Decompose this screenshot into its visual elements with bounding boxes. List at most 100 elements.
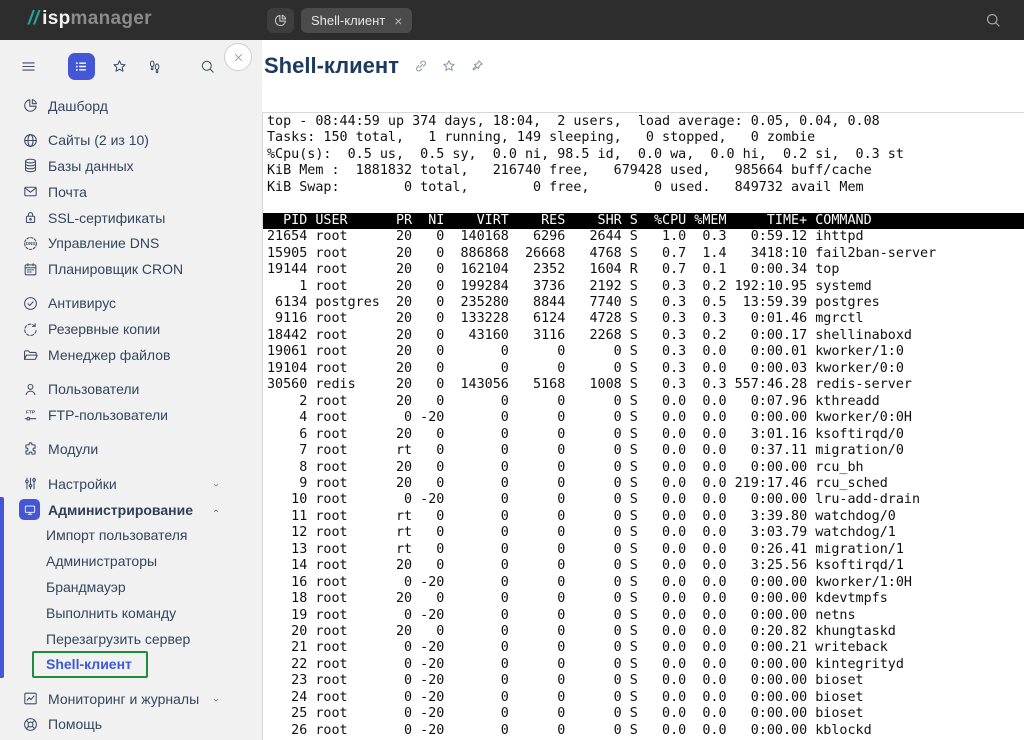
globe-icon [22, 132, 39, 149]
sidebar-item-label: Дашборд [48, 98, 108, 114]
tab-shell-client[interactable]: Shell-клиент × [301, 8, 412, 33]
pin-button[interactable] [469, 58, 485, 74]
sidebar-item-label: Антивирус [48, 295, 116, 311]
sidebar-nav: Дашборд Сайты (2 из 10) Базы данных Почта SS… [0, 93, 262, 737]
sidebar-item-dashboard[interactable]: Дашборд [0, 93, 262, 119]
tab-close-icon[interactable]: × [394, 14, 402, 28]
copy-link-button[interactable] [413, 58, 429, 74]
close-icon [232, 51, 245, 64]
help-icon [22, 716, 39, 733]
topbar-search-icon[interactable] [984, 11, 1002, 29]
sidebar-item-ftp-users[interactable]: FTP FTP-пользователи [0, 402, 262, 428]
page-header: Shell-клиент [264, 53, 485, 79]
star-icon [111, 58, 128, 75]
logo-slashes-icon: // [28, 8, 39, 29]
footprints-icon [146, 58, 163, 75]
toolbar-nav-list-button[interactable] [68, 53, 95, 80]
sidebar-item-label: SSL-сертификаты [48, 210, 165, 226]
sidebar-item-administration[interactable]: Администрирование [0, 497, 262, 523]
process-table-header-text: PID USER PR NI VIRT RES SHR S %CPU %MEM … [263, 213, 1024, 229]
sidebar-item-label: Почта [48, 184, 87, 200]
sidebar-item-label: Планировщик CRON [48, 261, 183, 277]
chart-icon [22, 690, 39, 707]
sidebar-item-label: Администраторы [46, 553, 157, 569]
puzzle-icon [22, 441, 39, 458]
nav-group: Сайты (2 из 10) Базы данных Почта SSL-серти… [0, 127, 262, 282]
sidebar-item-help[interactable]: Помощь [0, 712, 262, 738]
database-icon [22, 157, 39, 174]
sidebar-item-firewall[interactable]: Брандмауэр [0, 574, 262, 600]
process-table-header: PID USER PR NI VIRT RES SHR S %CPU %MEM … [263, 213, 1024, 229]
favorite-button[interactable] [441, 58, 457, 74]
user-icon [22, 381, 39, 398]
sidebar-item-label: Сайты (2 из 10) [48, 132, 149, 148]
svg-text:DNS: DNS [26, 241, 36, 246]
tabbar: Shell-клиент × [267, 8, 412, 33]
sidebar-item-antivirus[interactable]: Антивирус [0, 291, 262, 317]
sidebar: Дашборд Сайты (2 из 10) Базы данных Почта SS… [0, 40, 262, 740]
sidebar-item-ssl-certificates[interactable]: SSL-сертификаты [0, 205, 262, 231]
check-circle-icon [22, 295, 39, 312]
sidebar-item-label: Администрирование [48, 502, 193, 518]
topbar: //ispmanager Shell-клиент × [0, 0, 1024, 40]
hamburger-icon [20, 58, 37, 75]
dashboard-icon [273, 13, 288, 28]
sidebar-item-databases[interactable]: Базы данных [0, 153, 262, 179]
sidebar-item-shell-client[interactable]: Shell-клиент [0, 651, 262, 677]
sidebar-item-backups[interactable]: Резервные копии [0, 316, 262, 342]
sidebar-item-label: Импорт пользователя [46, 527, 188, 543]
nav-group: Мониторинг и журналы Помощь [0, 686, 262, 738]
sidebar-item-label: Модули [48, 441, 98, 457]
top-summary: top - 08:44:59 up 374 days, 18:04, 2 use… [263, 114, 1024, 196]
sidebar-item-mail[interactable]: Почта [0, 179, 262, 205]
sidebar-item-reboot-server[interactable]: Перезагрузить сервер [0, 626, 262, 652]
mail-icon [22, 183, 39, 200]
sidebar-item-label: Помощь [48, 716, 102, 732]
toolbar-menu-toggle-button[interactable] [15, 53, 42, 80]
sidebar-item-label: Выполнить команду [46, 605, 176, 621]
sidebar-item-cron-scheduler[interactable]: Планировщик CRON [0, 256, 262, 282]
ftp-icon: FTP [22, 407, 39, 424]
sidebar-item-label: Мониторинг и журналы [48, 691, 199, 707]
logo-text-light: manager [71, 8, 152, 29]
svg-text:FTP: FTP [26, 409, 36, 415]
calendar-icon [22, 261, 39, 278]
toolbar-sidebar-search-button[interactable] [194, 53, 221, 80]
sidebar-item-label: Брандмауэр [46, 579, 126, 595]
nav-group: Дашборд [0, 93, 262, 119]
sidebar-item-label: Пользователи [48, 381, 139, 397]
sidebar-item-users[interactable]: Пользователи [0, 376, 262, 402]
chevron-down-icon [210, 693, 222, 705]
toolbar-favorites-button[interactable] [106, 53, 133, 80]
nav-group: Настройки Администрирование Импорт пользов… [0, 471, 262, 677]
tab-label: Shell-клиент [311, 13, 385, 28]
chevron-up-icon [210, 504, 222, 516]
sidebar-item-label: Shell-клиент [46, 656, 132, 672]
sidebar-item-label: Резервные копии [48, 321, 160, 337]
sidebar-item-dns-management[interactable]: DNS Управление DNS [0, 230, 262, 256]
close-sidebar-button[interactable] [224, 43, 252, 71]
sidebar-item-execute-command[interactable]: Выполнить команду [0, 600, 262, 626]
sidebar-toolbar [0, 40, 262, 93]
sidebar-item-file-manager[interactable]: Менеджер файлов [0, 342, 262, 368]
sidebar-item-user-import[interactable]: Импорт пользователя [0, 522, 262, 548]
nav-group: Пользователи FTP FTP-пользователи [0, 376, 262, 428]
sidebar-item-sites[interactable]: Сайты (2 из 10) [0, 127, 262, 153]
toolbar-footprints-button[interactable] [141, 53, 168, 80]
active-section-indicator [0, 497, 4, 678]
sidebar-item-label: Настройки [48, 476, 117, 492]
selected-item-highlight: Shell-клиент [32, 651, 148, 678]
sidebar-item-label: FTP-пользователи [48, 407, 168, 423]
sidebar-item-administrators[interactable]: Администраторы [0, 548, 262, 574]
folder-icon [22, 347, 39, 364]
page-title: Shell-клиент [264, 53, 399, 79]
nav-group: Модули [0, 437, 262, 463]
backup-icon [22, 321, 39, 338]
sidebar-item-label: Управление DNS [48, 235, 159, 251]
dashboard-tab-button[interactable] [267, 8, 294, 33]
sidebar-item-monitoring-logs[interactable]: Мониторинг и журналы [0, 686, 262, 712]
sidebar-item-modules[interactable]: Модули [0, 437, 262, 463]
sidebar-item-label: Перезагрузить сервер [46, 631, 190, 647]
sidebar-item-settings[interactable]: Настройки [0, 471, 262, 497]
shell-terminal[interactable]: top - 08:44:59 up 374 days, 18:04, 2 use… [262, 112, 1024, 740]
